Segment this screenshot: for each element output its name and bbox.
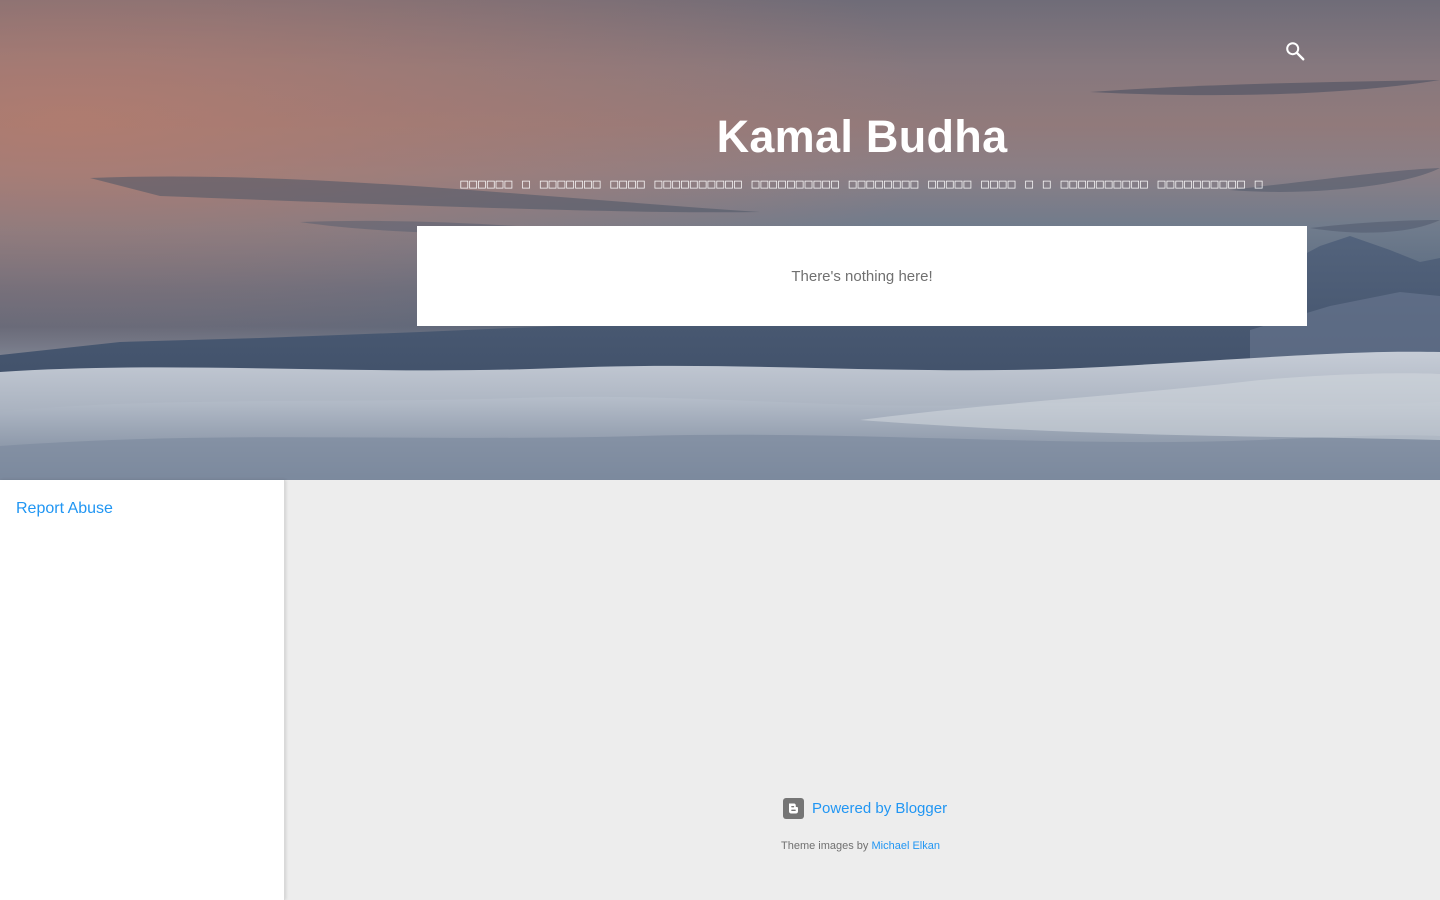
powered-by-blogger-link[interactable]: Powered by Blogger [783, 797, 947, 819]
search-button[interactable] [1281, 37, 1309, 65]
sidebar: Report Abuse [0, 480, 285, 900]
theme-attribution: Theme images by Michael Elkan [781, 840, 940, 852]
empty-message: There's nothing here! [791, 267, 933, 285]
report-abuse-link[interactable]: Report Abuse [16, 500, 113, 518]
powered-by-label: Powered by Blogger [812, 799, 948, 817]
search-icon [1286, 42, 1305, 61]
blog-title[interactable]: Kamal Budha [417, 110, 1307, 164]
posts-container: There's nothing here! [417, 226, 1307, 326]
theme-images-author-link[interactable]: Michael Elkan [872, 840, 940, 852]
blogger-icon [783, 797, 804, 819]
blog-header: Kamal Budha □□□□□□ □ □□□□□□□ □□□□ □□□□□□… [0, 0, 1440, 480]
blog-description: □□□□□□ □ □□□□□□□ □□□□ □□□□□□□□□□ □□□□□□□… [460, 177, 1264, 192]
theme-images-prefix: Theme images by [781, 840, 869, 852]
